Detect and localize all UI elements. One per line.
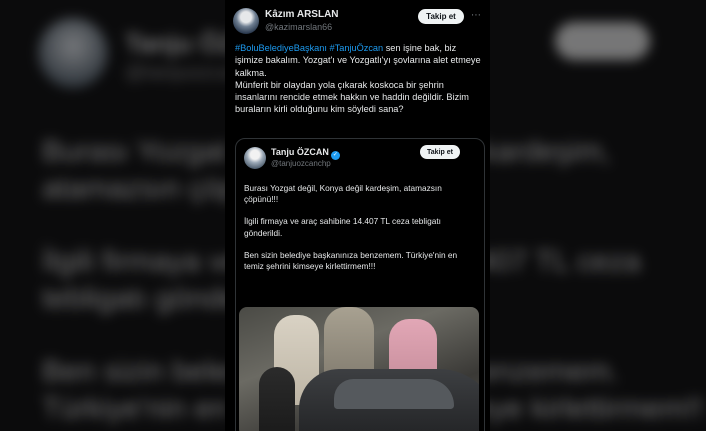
media-figure [259,367,295,431]
quoted-paragraph: Ben sizin belediye başkanınıza benzemem.… [244,249,458,272]
hashtag-link[interactable]: #TanjuÖzcan [330,43,384,53]
tweet-header: Kâzım ARSLAN @kazimarslan66 Takip et ⋯ [233,8,485,40]
quoted-tweet-text: Burası Yozgat değil, Konya değil kardeşi… [244,183,478,283]
verified-badge-icon: ✓ [330,151,340,160]
follow-button[interactable]: Takip et [418,9,464,24]
quoted-author-name-text: Tanju ÖZCAN [271,147,329,157]
author-name[interactable]: Kâzım ARSLAN [265,9,339,20]
bg-avatar [38,18,108,88]
avatar[interactable] [233,8,259,34]
quoted-avatar[interactable] [244,147,266,169]
quoted-paragraph: İlgili firmaya ve araç sahibine 14.407 T… [244,216,441,238]
hashtag-link[interactable]: #BoluBelediyeBaşkanı [235,43,327,53]
author-handle[interactable]: @kazimarslan66 [265,22,332,32]
tweet-panel: Kâzım ARSLAN @kazimarslan66 Takip et ⋯ #… [225,0,490,431]
tweet-text: #BoluBelediyeBaşkanı #TanjuÖzcan sen işi… [235,42,485,116]
quoted-follow-button[interactable]: Takip et [420,145,460,159]
quoted-author-handle[interactable]: @tanjuozcanchp [271,159,331,168]
quoted-video-thumbnail[interactable] [239,307,479,431]
bg-follow-button [555,22,650,60]
media-car-window [334,379,454,409]
tweet-text-paragraph: Münferit bir olaydan yola çıkarak koskoc… [235,79,469,115]
quoted-tweet[interactable]: Tanju ÖZCAN ✓ @tanjuozcanchp Takip et Bur… [235,138,485,431]
quoted-paragraph: Burası Yozgat değil, Konya değil kardeşi… [244,183,442,205]
more-options-icon[interactable]: ⋯ [471,10,482,21]
